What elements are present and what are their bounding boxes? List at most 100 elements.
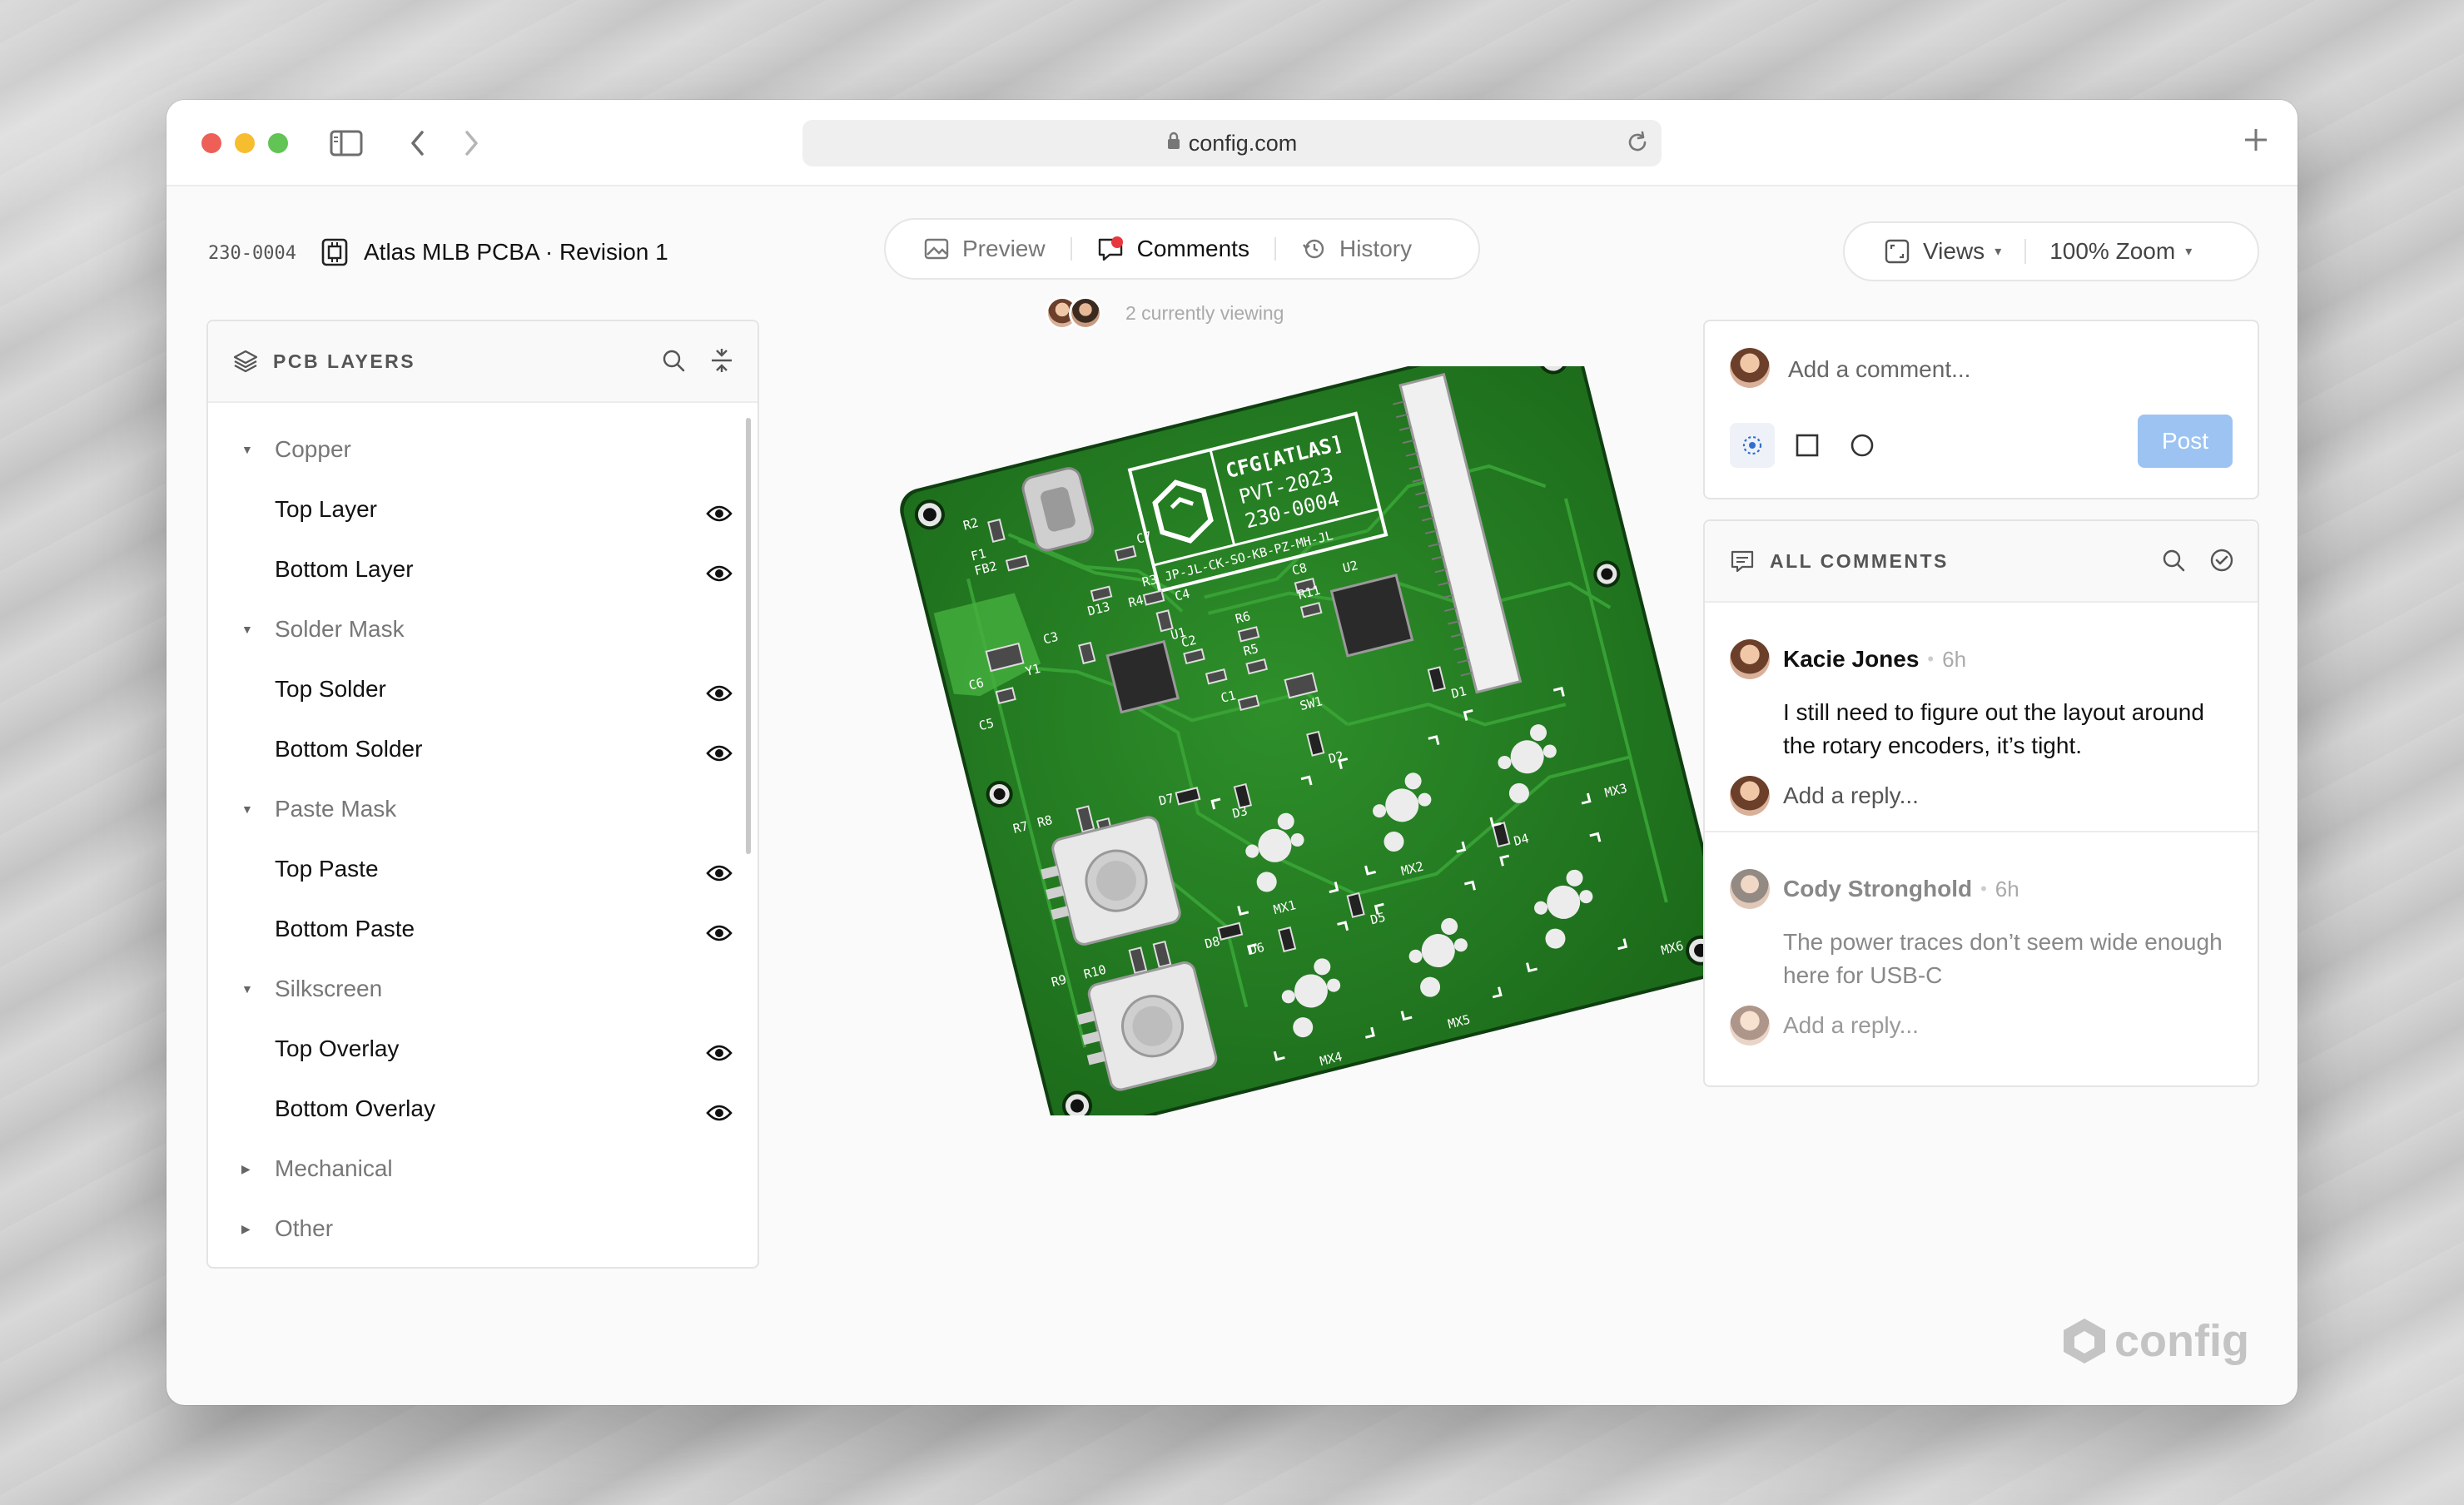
layer-label: Bottom Solder [275,736,423,762]
comment-input[interactable]: Add a comment... [1788,356,1970,383]
layers-panel-header: PCB LAYERS [208,321,758,403]
layer-label: Bottom Layer [275,556,414,582]
view-tabs: Preview Comments History [884,218,1480,280]
address-bar[interactable]: config.com [802,120,1662,166]
config-logo-text: config [2114,1316,2249,1366]
divider [2024,239,2027,264]
layer-label: Bottom Overlay [275,1095,435,1121]
layer-group-mechanical[interactable]: ▶ Mechanical [208,1139,758,1199]
reply-input[interactable]: Add a reply... [1783,782,1919,809]
avatar [1069,296,1102,330]
layer-group-label: Mechanical [275,1155,393,1181]
layer-group-silkscreen[interactable]: ▼ Silkscreen [208,959,758,1019]
comment-item[interactable]: Cody Stronghold • 6h The power traces do… [1705,832,2258,1062]
circle-tool-button[interactable] [1840,423,1885,468]
search-icon[interactable] [2161,548,2186,577]
part-number: 230-0004 [208,243,296,264]
avatar [1730,348,1770,388]
tab-divider [1274,237,1276,261]
eye-icon[interactable] [706,861,733,887]
avatar [1730,639,1770,679]
comment-author: Kacie Jones [1783,646,1920,672]
pcb-board-render: CFG[ATLAS] PVT-2023 230-0004 JP-JL-CK-SO… [900,329,1731,1136]
layers-scrollbar[interactable] [746,418,751,854]
sidebar-toggle-icon[interactable] [328,125,365,161]
layer-group-copper[interactable]: ▼ Copper [208,420,758,479]
layer-group-paste-mask[interactable]: ▼ Paste Mask [208,779,758,839]
eye-icon[interactable] [706,921,733,947]
reply-input[interactable]: Add a reply... [1783,1012,1919,1039]
pcb-document-icon [321,238,348,271]
tab-history-label: History [1339,236,1413,261]
viewers-indicator: 2 currently viewing [1046,296,1284,330]
new-tab-plus-icon[interactable] [2243,123,2269,160]
comment-header: Kacie Jones • 6h [1730,639,2233,679]
layer-item-top-layer[interactable]: Top Layer [208,479,758,539]
eye-icon[interactable] [706,1041,733,1067]
layer-group-label: Paste Mask [275,796,397,822]
rectangle-tool-button[interactable] [1785,423,1830,468]
comment-item[interactable]: Kacie Jones • 6h I still need to figure … [1705,603,2258,832]
tab-comments[interactable]: Comments [1097,236,1249,262]
tab-divider [1070,237,1072,261]
resolved-check-icon[interactable] [2209,548,2234,577]
layer-label: Top Solder [275,676,386,702]
layer-group-solder-mask[interactable]: ▼ Solder Mask [208,599,758,659]
views-dropdown[interactable]: Views [1923,238,1985,265]
collapse-all-icon[interactable] [709,348,734,377]
separator-dot: • [1980,878,1987,899]
comment-time: 6h [1942,646,1967,672]
eye-icon[interactable] [706,741,733,767]
layer-item-top-overlay[interactable]: Top Overlay [208,1019,758,1079]
layers-panel-actions [661,348,734,377]
layers-panel-title: PCB LAYERS [273,350,416,372]
comments-inbox-icon [1730,549,1755,573]
layer-item-bottom-layer[interactable]: Bottom Layer [208,539,758,599]
comment-header: Cody Stronghold • 6h [1730,869,2233,909]
comment-composer: Add a comment... Post [1703,320,2259,499]
layer-label: Bottom Paste [275,916,415,941]
layer-item-bottom-solder[interactable]: Bottom Solder [208,719,758,779]
layer-item-bottom-overlay[interactable]: Bottom Overlay [208,1079,758,1139]
history-icon [1301,236,1326,261]
layer-label: Top Paste [275,856,379,882]
circle-icon [1850,433,1875,458]
square-icon [1796,434,1819,457]
tab-preview-label: Preview [962,236,1046,261]
layer-item-top-solder[interactable]: Top Solder [208,659,758,719]
chevron-down-icon: ▾ [2185,245,2193,259]
pin-tool-button[interactable] [1730,423,1775,468]
post-button[interactable]: Post [2138,415,2233,468]
reload-icon[interactable] [1625,130,1650,161]
eye-icon[interactable] [706,1100,733,1127]
layer-item-bottom-paste[interactable]: Bottom Paste [208,899,758,959]
microcontroller-u1 [1105,639,1180,714]
search-icon[interactable] [661,348,686,377]
layer-group-other[interactable]: ▶ Other [208,1199,758,1259]
eye-icon[interactable] [706,501,733,528]
pcb-board-viewport[interactable]: CFG[ATLAS] PVT-2023 230-0004 JP-JL-CK-SO… [849,329,1765,1136]
forward-chevron-icon[interactable] [453,125,489,161]
comment-icon [1097,236,1124,261]
caret-down-icon: ▼ [241,802,253,816]
layer-label: Top Layer [275,496,377,522]
chevron-down-icon: ▾ [1995,245,2002,259]
tab-history[interactable]: History [1301,236,1412,262]
layer-group-label: Copper [275,436,351,462]
all-comments-panel: ALL COMMENTS Kacie Jones • 6h I still ne… [1703,519,2259,1087]
tab-preview[interactable]: Preview [924,236,1046,262]
avatar [1730,1006,1770,1046]
layer-item-top-paste[interactable]: Top Paste [208,839,758,899]
avatar [1730,776,1770,816]
back-chevron-icon[interactable] [400,125,436,161]
eye-icon[interactable] [706,561,733,588]
config-logo-icon [2064,1319,2106,1363]
minimize-window-button[interactable] [235,133,255,153]
viewers-count-text: 2 currently viewing [1125,301,1284,324]
separator-dot: • [1927,648,1935,669]
caret-down-icon: ▼ [241,623,253,636]
eye-icon[interactable] [706,681,733,708]
close-window-button[interactable] [201,133,221,153]
zoom-dropdown[interactable]: 100% Zoom [2049,238,2175,265]
maximize-window-button[interactable] [268,133,288,153]
